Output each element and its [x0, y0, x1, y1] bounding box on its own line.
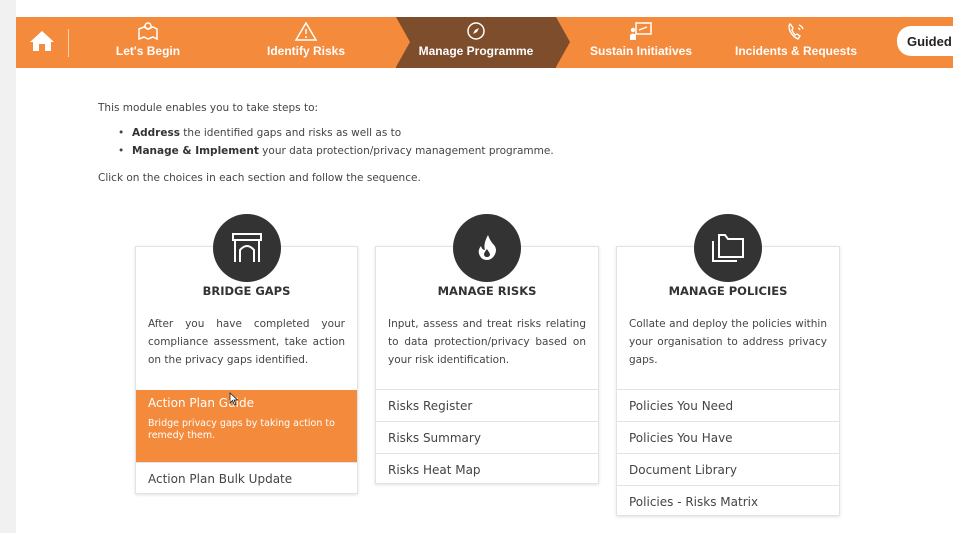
bullet-text: your data protection/privacy management …: [258, 145, 554, 157]
card-title: BRIDGE GAPS: [202, 284, 291, 298]
guided-mode-button[interactable]: Guided: [897, 26, 953, 56]
card-bridge-gaps: BRIDGE GAPS After you have completed you…: [135, 214, 358, 494]
link-risks-heat-map[interactable]: Risks Heat Map: [376, 453, 598, 485]
nav-tab-label: Sustain Initiatives: [589, 44, 693, 58]
presentation-icon: [629, 17, 653, 41]
top-nav-bar: Let's Begin Identify Risks Manage Progra…: [16, 17, 953, 68]
card-links: Risks Register Risks Summary Risks Heat …: [376, 389, 598, 485]
nav-tab-manage-programme[interactable]: Manage Programme: [396, 17, 570, 68]
nav-tab-identify-risks[interactable]: Identify Risks: [246, 17, 366, 68]
card-links: Action Plan Guide Bridge privacy gaps by…: [136, 390, 357, 494]
nav-tab-incidents-requests[interactable]: Incidents & Requests: [721, 17, 871, 68]
nav-tab-label: Manage Programme: [418, 44, 534, 58]
map-location-icon: [137, 17, 159, 41]
card-manage-policies: MANAGE POLICIES Collate and deploy the p…: [616, 214, 840, 517]
nav-tab-label: Incidents & Requests: [734, 44, 858, 58]
card-links: Policies You Need Policies You Have Docu…: [617, 389, 839, 517]
intro-bullet-item: Address the identified gaps and risks as…: [118, 124, 798, 142]
link-policies-you-have[interactable]: Policies You Have: [617, 421, 839, 453]
link-policies-you-need[interactable]: Policies You Need: [617, 389, 839, 421]
phone-ringing-icon: [786, 17, 806, 41]
link-document-library[interactable]: Document Library: [617, 453, 839, 485]
nav-tab-sustain-initiatives[interactable]: Sustain Initiatives: [571, 17, 711, 68]
nav-tab-lets-begin[interactable]: Let's Begin: [88, 17, 208, 68]
intro-instruction: Click on the choices in each section and…: [98, 172, 421, 184]
folders-icon: [694, 214, 762, 282]
card-manage-risks: MANAGE RISKS Input, assess and treat ris…: [375, 214, 599, 485]
link-risks-summary[interactable]: Risks Summary: [376, 421, 598, 453]
link-action-plan-bulk-update[interactable]: Action Plan Bulk Update: [136, 462, 357, 494]
intro-bullet-list: Address the identified gaps and risks as…: [118, 124, 798, 160]
archway-icon: [213, 214, 281, 282]
bullet-text: the identified gaps and risks as well as…: [179, 127, 402, 139]
link-policies-risks-matrix[interactable]: Policies - Risks Matrix: [617, 485, 839, 517]
intro-section: This module enables you to take steps to…: [98, 100, 798, 186]
nav-tab-label: Let's Begin: [115, 44, 181, 58]
compass-icon: [465, 17, 487, 41]
intro-line: This module enables you to take steps to…: [98, 102, 319, 114]
mouse-cursor-icon: [229, 391, 239, 410]
bullet-bold-text: Address: [132, 127, 180, 139]
card-description: Collate and deploy the policies within y…: [629, 318, 827, 366]
link-action-plan-guide[interactable]: Action Plan Guide Bridge privacy gaps by…: [136, 390, 357, 462]
home-button[interactable]: [16, 17, 68, 68]
bullet-bold-text: Manage & Implement: [132, 145, 259, 157]
card-title: MANAGE POLICIES: [668, 284, 788, 298]
flame-icon: [453, 214, 521, 282]
intro-bullet-item: Manage & Implement your data protection/…: [118, 142, 798, 160]
card-description: After you have completed your compliance…: [148, 318, 345, 366]
nav-tab-label: Identify Risks: [266, 44, 346, 58]
card-title: MANAGE RISKS: [437, 284, 537, 298]
nav-divider: [68, 29, 69, 57]
warning-triangle-icon: [294, 17, 318, 41]
card-description: Input, assess and treat risks relating t…: [388, 318, 586, 366]
link-subtitle: Bridge privacy gaps by taking action to …: [148, 418, 335, 441]
link-risks-register[interactable]: Risks Register: [376, 389, 598, 421]
home-icon: [29, 30, 55, 56]
